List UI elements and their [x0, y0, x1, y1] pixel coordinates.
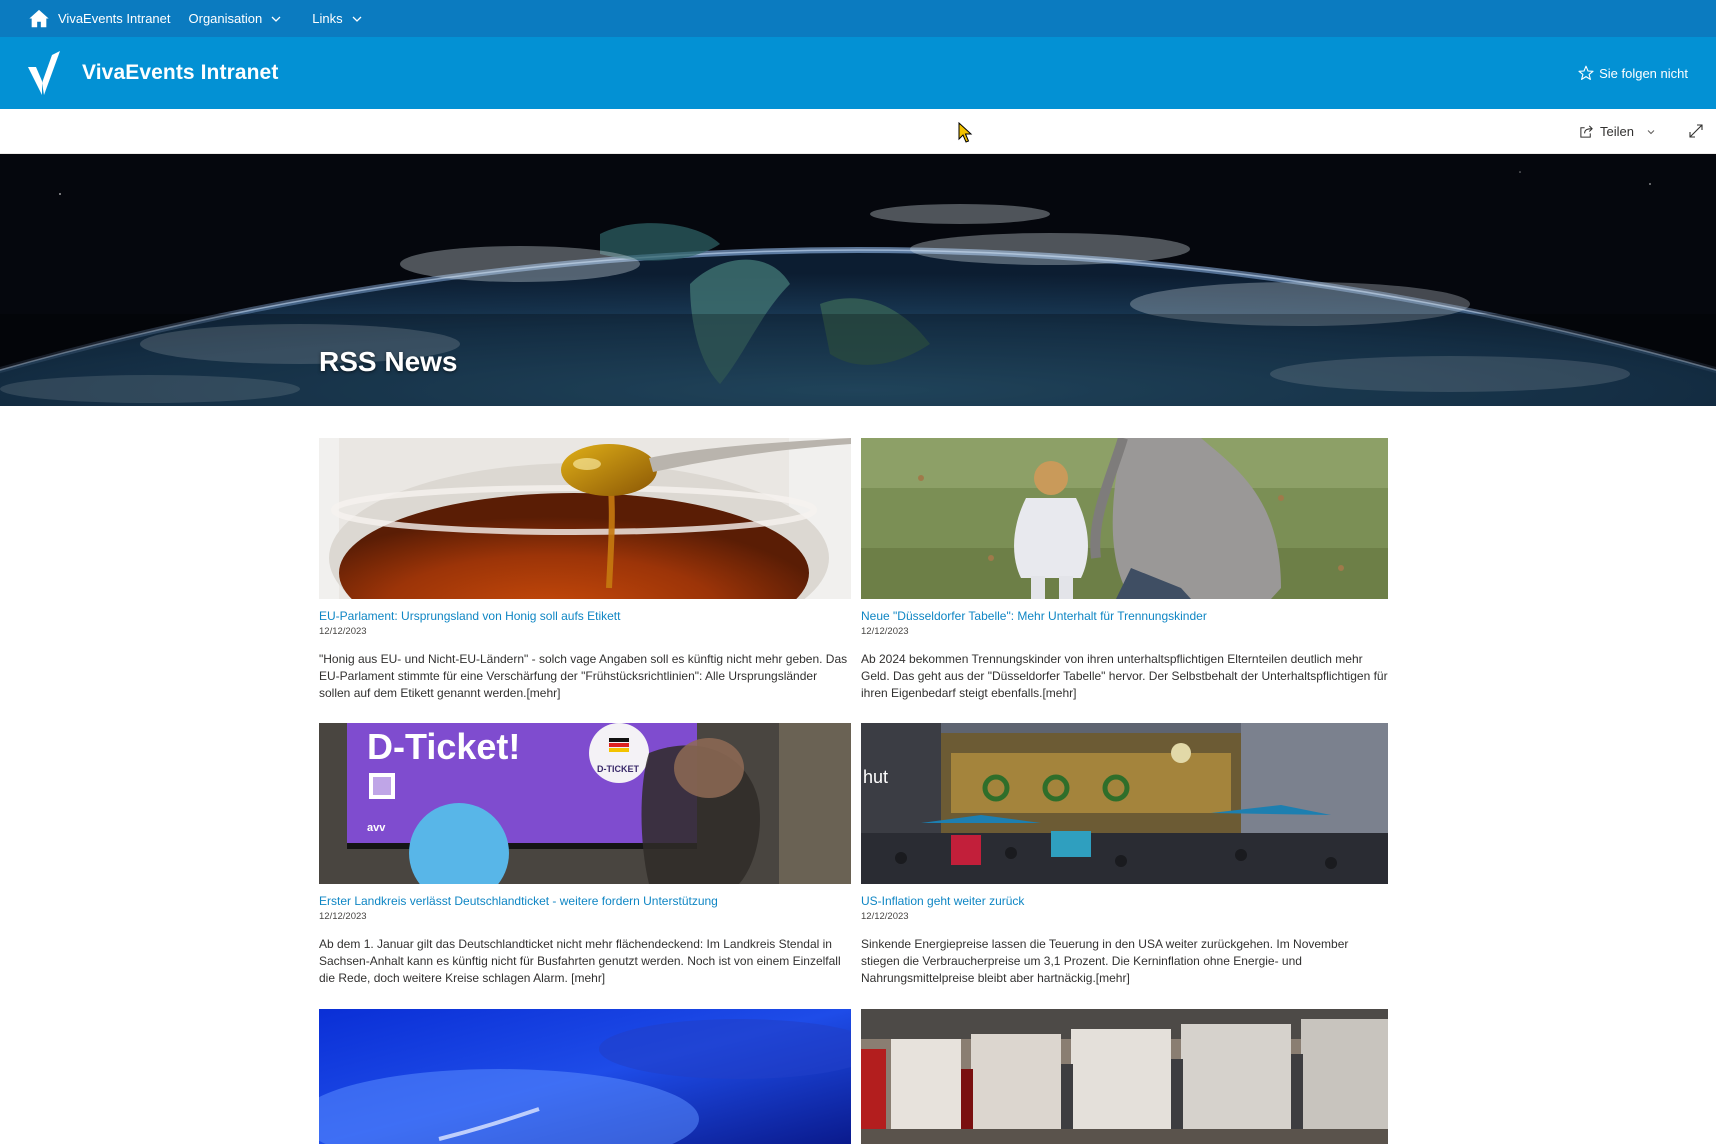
store-sign-text: hut [863, 767, 888, 787]
home-link[interactable]: VivaEvents Intranet [28, 0, 171, 37]
news-description: "Honig aus EU- und Nicht-EU-Ländern" - s… [319, 652, 848, 700]
news-description: Ab 2024 bekommen Trennungskinder von ihr… [861, 652, 1388, 700]
news-image[interactable]: hut [861, 723, 1388, 884]
site-title[interactable]: VivaEvents Intranet [82, 61, 278, 85]
news-image[interactable] [319, 1009, 851, 1144]
suite-bar: VivaEvents Intranet Organisation Links [0, 0, 1716, 37]
news-image[interactable] [319, 438, 851, 599]
news-title-link[interactable]: EU-Parlament: Ursprungsland von Honig so… [319, 609, 620, 623]
news-image[interactable]: D-Ticket! D-TICKET avv [319, 723, 851, 884]
news-card[interactable]: D-Ticket! D-TICKET avv Erster Landkreis … [319, 723, 851, 985]
news-card[interactable]: hut US-Inflation geht weiter zurück 12/1… [861, 723, 1388, 985]
chevron-down-icon [271, 16, 281, 22]
nav-organisation[interactable]: Organisation [189, 11, 283, 26]
site-name-link[interactable]: VivaEvents Intranet [58, 11, 171, 26]
follow-button[interactable]: Sie folgen nicht [1578, 37, 1688, 109]
avv-brand: avv [367, 822, 386, 834]
star-icon [1578, 65, 1594, 80]
nav-links-label: Links [312, 11, 343, 26]
home-icon [29, 9, 49, 27]
news-date: 12/12/2023 [319, 626, 367, 637]
nav-organisation-label: Organisation [188, 11, 263, 26]
news-title-link[interactable]: Erster Landkreis verlässt Deutschlandtic… [319, 894, 718, 908]
chevron-down-icon[interactable] [1646, 127, 1656, 137]
dticket-headline: D-Ticket! [367, 726, 520, 767]
news-description: Sinkende Energiepreise lassen die Teueru… [861, 937, 1349, 985]
dticket-badge: D-TICKET [597, 764, 639, 774]
news-title-link[interactable]: US-Inflation geht weiter zurück [861, 894, 1024, 908]
share-icon [1580, 125, 1593, 138]
news-title-link[interactable]: Neue "Düsseldorfer Tabelle": Mehr Unterh… [861, 609, 1207, 623]
follow-label: Sie folgen nicht [1599, 65, 1688, 81]
news-image[interactable] [861, 438, 1388, 599]
news-image[interactable] [861, 1009, 1388, 1144]
share-button[interactable]: Teilen [1579, 109, 1662, 154]
news-date: 12/12/2023 [861, 911, 909, 922]
site-logo[interactable] [26, 51, 62, 95]
earth-banner-image [0, 154, 1716, 406]
page-title: RSS News [319, 346, 458, 377]
hero-banner: RSS News [0, 154, 1716, 406]
site-header: VivaEvents Intranet Sie folgen nicht [0, 37, 1716, 109]
nav-links[interactable]: Links [312, 11, 362, 26]
news-card[interactable] [861, 1009, 1388, 1144]
chevron-down-icon [352, 16, 362, 22]
news-card[interactable] [319, 1009, 851, 1144]
news-date: 12/12/2023 [319, 911, 367, 922]
expand-icon[interactable] [1688, 123, 1704, 139]
news-date: 12/12/2023 [861, 626, 909, 637]
share-label: Teilen [1600, 124, 1634, 139]
news-card[interactable]: EU-Parlament: Ursprungsland von Honig so… [319, 438, 851, 700]
mouse-cursor-icon [958, 122, 973, 143]
news-description: Ab dem 1. Januar gilt das Deutschlandtic… [319, 937, 841, 985]
news-card[interactable]: Neue "Düsseldorfer Tabelle": Mehr Unterh… [861, 438, 1388, 700]
command-bar: Teilen [0, 109, 1716, 154]
